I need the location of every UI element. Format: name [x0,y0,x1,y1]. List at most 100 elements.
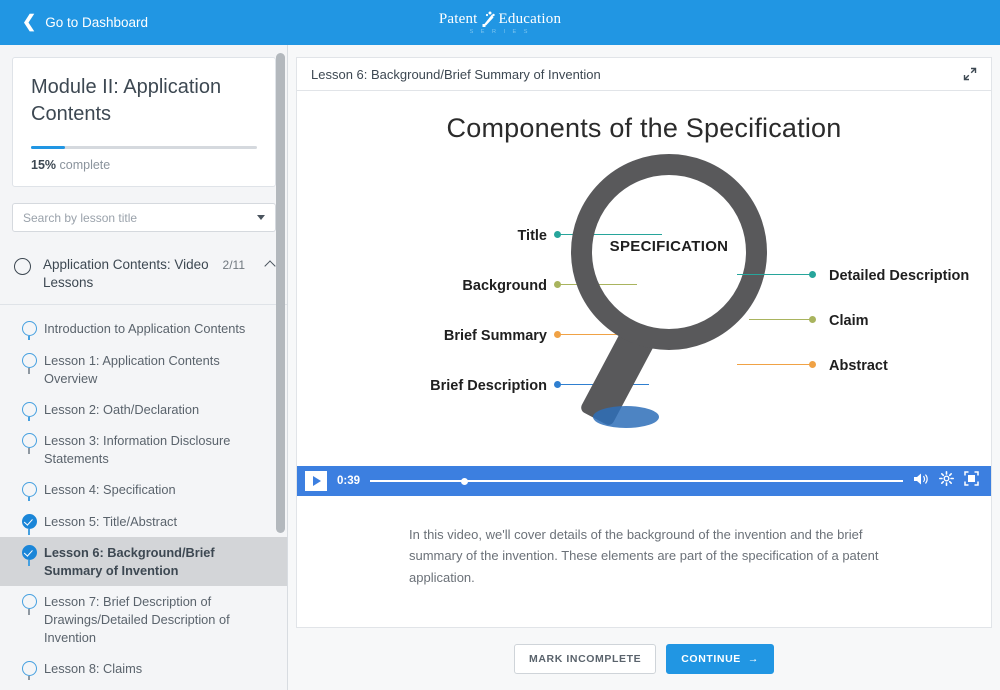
progress-bar-track [31,146,257,149]
diagram-connector-claim [749,319,812,321]
search-input[interactable] [23,210,257,225]
diagram-dot-brief-description [554,381,561,388]
top-navigation-bar: ❮ Go to Dashboard Patent Education S E R… [0,0,1000,45]
diagram-label-brief-description: Brief Description [430,378,547,394]
lesson-connector-line [28,336,30,343]
lesson-list-item[interactable]: Lesson 5: Title/Abstract [0,506,287,537]
course-sidebar: Module II: Application Contents 15% comp… [0,45,288,690]
sidebar-scroll-area[interactable]: Module II: Application Contents 15% comp… [0,45,287,690]
lesson-description: In this video, we'll cover details of th… [409,527,879,585]
scrollbar-thumb[interactable] [276,53,285,533]
lesson-footer-actions: MARK INCOMPLETE CONTINUE → [294,628,994,690]
brand-logo: Patent Education S E R I E S [0,0,1000,45]
logo-subtitle: S E R I E S [469,28,531,35]
diagram-center-label: SPECIFICATION [609,238,729,255]
diagram-dot-brief-summary [554,331,561,338]
diagram-label-detailed-description: Detailed Description [829,268,970,284]
lesson-list-item[interactable]: Lesson 8: Claims [0,653,287,684]
video-player-viewport[interactable]: Components of the Specification Title Ba… [297,91,991,466]
chevron-down-icon[interactable] [257,215,265,220]
lesson-marker-column [14,543,44,566]
lesson-list-item[interactable]: Lesson 9: Drawings [0,685,287,690]
volume-icon[interactable] [913,472,929,491]
section-title: Application Contents: Video Lessons [43,257,209,291]
lesson-item-label: Lesson 8: Claims [44,661,143,677]
module-title: Module II: Application Contents [31,76,222,125]
lesson-list: Introduction to Application Contents Less… [0,305,287,690]
lesson-connector-line [28,528,30,535]
lesson-search-box[interactable] [12,203,276,232]
magnifier-shadow [593,406,659,428]
slide-title: Components of the Specification [446,113,842,143]
lesson-marker-column [14,512,44,535]
lesson-list-item[interactable]: Lesson 2: Oath/Declaration [0,394,287,425]
lesson-header-title: Lesson 6: Background/Brief Summary of In… [311,66,601,82]
mark-incomplete-button[interactable]: MARK INCOMPLETE [514,644,657,674]
lesson-header-bar: Lesson 6: Background/Brief Summary of In… [296,57,992,91]
expand-arrows-icon[interactable] [963,67,977,81]
continue-button[interactable]: CONTINUE → [666,644,774,674]
circle-outline-icon [21,482,37,498]
lesson-item-label: Lesson 2: Oath/Declaration [44,401,200,417]
fullscreen-icon[interactable] [964,471,979,491]
check-circle-icon [21,513,37,529]
chevron-left-icon: ❮ [22,12,37,31]
lesson-connector-line [28,416,30,423]
lesson-connector-line [28,559,30,566]
video-current-time: 0:39 [337,475,361,487]
lesson-item-label: Lesson 5: Title/Abstract [44,513,178,529]
lesson-list-item[interactable]: Introduction to Application Contents [0,313,287,344]
go-to-dashboard-label: Go to Dashboard [45,15,149,30]
lesson-list-item[interactable]: Lesson 3: Information Disclosure Stateme… [0,425,287,474]
lesson-connector-line [28,676,30,683]
diagram-label-background: Background [462,278,547,294]
lesson-marker-column [14,480,44,504]
lesson-item-label: Lesson 6: Background/Brief Summary of In… [44,544,215,578]
module-progress-card: Module II: Application Contents 15% comp… [12,57,276,187]
main-content-panel: Lesson 6: Background/Brief Summary of In… [288,45,1000,690]
logo-secondary-text: Education [498,10,562,27]
video-seek-bar[interactable] [370,474,903,488]
lesson-list-item[interactable]: Lesson 1: Application Contents Overview [0,345,287,394]
circle-outline-icon [14,258,31,275]
diagram-dot-title [554,231,561,238]
seek-track [370,480,903,482]
play-icon[interactable] [305,471,327,491]
section-header-application-contents[interactable]: Application Contents: Video Lessons 2/11 [0,244,287,306]
diagram-label-claim: Claim [829,313,869,329]
progress-status-text: 15% complete [31,158,257,172]
lesson-marker-column [14,400,44,423]
sidebar-scrollbar[interactable] [276,53,285,681]
lesson-item-label: Lesson 1: Application Contents Overview [44,352,220,386]
diagram-connector-detailed-description [737,274,812,276]
lesson-marker-column [14,592,44,615]
lesson-list-item[interactable]: Lesson 6: Background/Brief Summary of In… [0,536,287,586]
lesson-item-label: Lesson 3: Information Disclosure Stateme… [44,433,231,467]
lesson-item-label: Lesson 7: Brief Description of Drawings/… [44,594,230,646]
diagram-dot-background [554,281,561,288]
diagram-label-title: Title [517,228,547,244]
lesson-list-item[interactable]: Lesson 7: Brief Description of Drawings/… [0,586,287,653]
continue-button-label: CONTINUE [681,653,741,665]
circle-outline-icon [21,433,37,449]
lesson-list-item[interactable]: Lesson 4: Specification [0,474,287,505]
lesson-connector-line [28,497,30,504]
chevron-up-icon[interactable] [264,260,276,272]
lesson-marker-column [14,319,44,343]
lesson-item-label: Lesson 4: Specification [44,482,176,498]
logo-primary-text: Patent [438,10,478,27]
diagram-dot-abstract [809,361,816,368]
section-lesson-count: 2/11 [222,258,245,272]
gear-icon[interactable] [939,471,954,491]
circle-outline-icon [21,594,37,609]
progress-percent: 15% [31,158,57,172]
seek-handle[interactable] [460,477,468,485]
check-circle-icon [21,544,37,560]
lesson-connector-line [28,367,30,374]
lesson-marker-column [14,659,44,683]
lesson-item-label: Introduction to Application Contents [44,321,246,337]
progress-complete-label: complete [59,158,111,172]
go-to-dashboard-link[interactable]: ❮ Go to Dashboard [22,12,149,31]
diagram-dot-claim [809,316,816,323]
lesson-connector-line [28,609,30,615]
